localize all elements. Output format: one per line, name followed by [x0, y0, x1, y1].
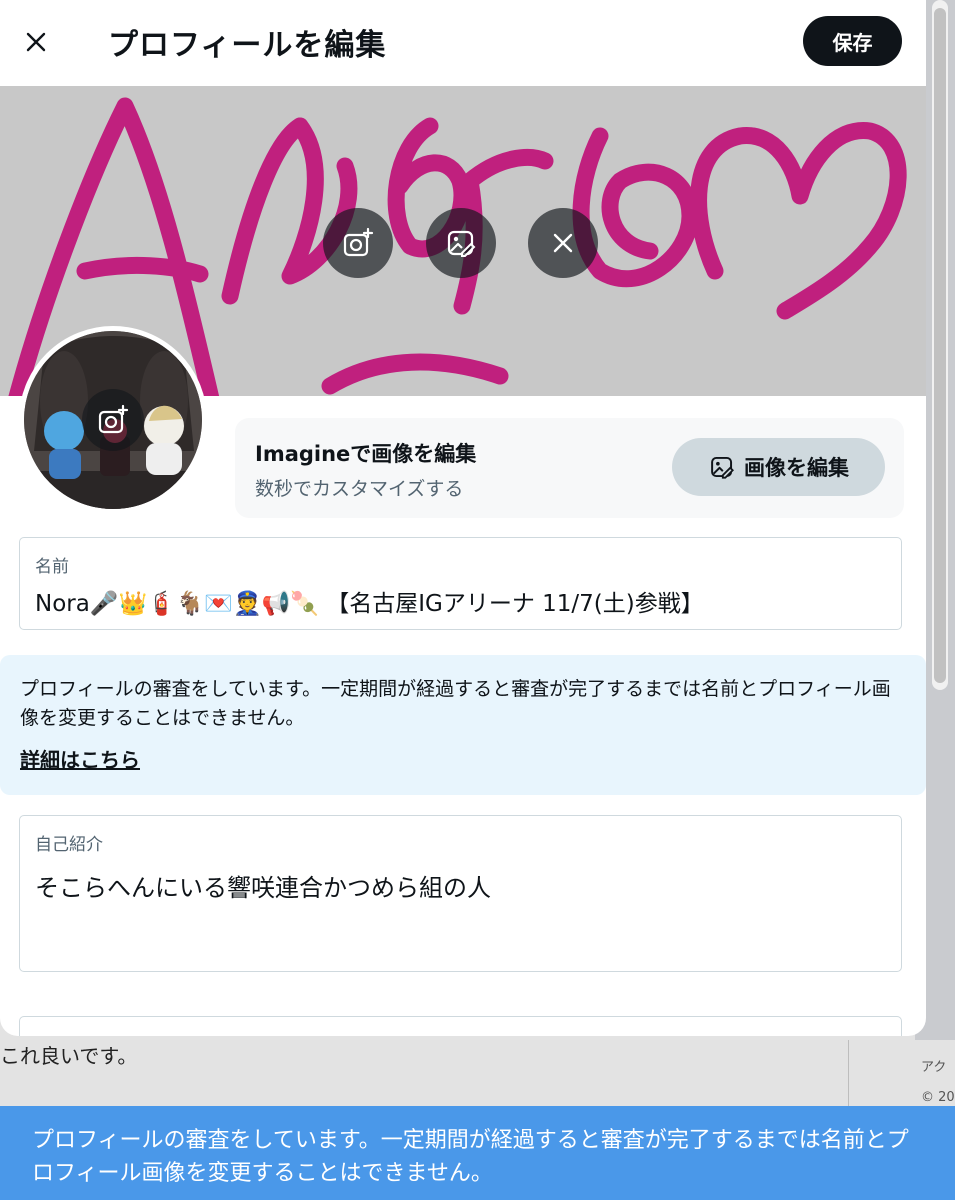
- banner-edit-image-button[interactable]: [426, 208, 496, 278]
- bio-field-label: 自己紹介: [35, 835, 103, 855]
- edit-image-icon: [711, 456, 734, 479]
- bio-field-value[interactable]: そこらへんにいる響咲連合かつめら組の人: [35, 868, 491, 903]
- avatar-add-photo-button[interactable]: [82, 389, 144, 451]
- close-icon: [26, 32, 46, 52]
- background-sidebar: アク © 20: [848, 1040, 955, 1110]
- review-notice-text: プロフィールの審査をしています。一定期間が経過すると審査が完了するまでは名前とプ…: [20, 678, 891, 729]
- close-button[interactable]: [16, 22, 56, 62]
- imagine-subtitle: 数秒でカスタマイズする: [255, 478, 464, 500]
- name-field[interactable]: 名前 Nora🎤👑🧯🐐💌👮📢🍡 【名古屋IGアリーナ 11/7(土)参戦】: [19, 537, 902, 630]
- edit-image-button-label: 画像を編集: [744, 456, 849, 480]
- learn-more-link[interactable]: 詳細はこちら: [20, 744, 140, 773]
- edit-image-button[interactable]: 画像を編集: [672, 438, 885, 496]
- name-field-label: 名前: [35, 557, 69, 577]
- avatar: [19, 326, 207, 514]
- background-side-text: アク: [921, 1060, 947, 1075]
- location-field-label: 場所: [35, 1031, 69, 1036]
- modal-scrollbar-thumb[interactable]: [934, 8, 946, 683]
- review-toast: プロフィールの審査をしています。一定期間が経過すると審査が完了するまでは名前とプ…: [0, 1106, 955, 1200]
- bio-field[interactable]: 自己紹介 そこらへんにいる響咲連合かつめら組の人: [19, 815, 902, 972]
- edit-profile-modal: プロフィールを編集 保存 Imagineで画像を編集 数秒でカスタマイズする 画…: [0, 0, 926, 1036]
- banner-add-photo-button[interactable]: [323, 208, 393, 278]
- edit-image-icon: [447, 230, 476, 257]
- imagine-title: Imagineで画像を編集: [255, 442, 477, 466]
- add-photo-icon: [98, 404, 129, 434]
- location-field[interactable]: 場所: [19, 1016, 902, 1036]
- name-field-value[interactable]: Nora🎤👑🧯🐐💌👮📢🍡 【名古屋IGアリーナ 11/7(土)参戦】: [35, 584, 704, 618]
- modal-header: プロフィールを編集 保存: [0, 0, 926, 86]
- background-post-text: これ良いです。: [0, 1044, 138, 1068]
- imagine-card: Imagineで画像を編集 数秒でカスタマイズする 画像を編集: [235, 418, 904, 518]
- banner-remove-button[interactable]: [528, 208, 598, 278]
- review-notice: プロフィールの審査をしています。一定期間が経過すると審査が完了するまでは名前とプ…: [0, 655, 926, 795]
- page-title: プロフィールを編集: [108, 28, 387, 63]
- review-toast-text: プロフィールの審査をしています。一定期間が経過すると審査が完了するまでは名前とプ…: [32, 1128, 909, 1186]
- remove-icon: [553, 233, 573, 253]
- add-photo-icon: [343, 227, 374, 257]
- background-copyright: © 20: [921, 1090, 955, 1105]
- save-button[interactable]: 保存: [803, 16, 902, 66]
